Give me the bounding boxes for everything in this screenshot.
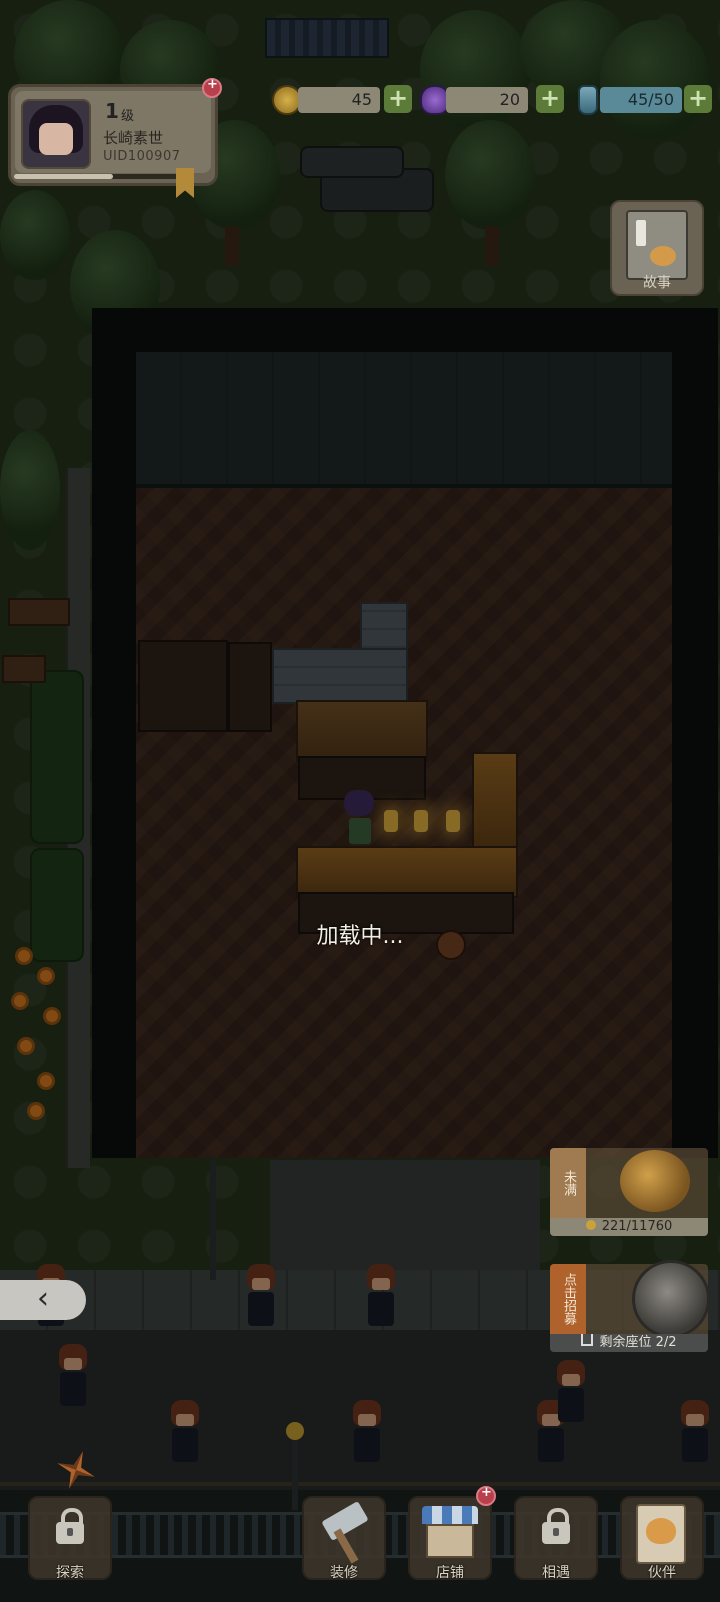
nav-encounter-button[interactable]: 相遇 (514, 1496, 598, 1581)
stove (296, 700, 428, 762)
bar-counter-side (472, 752, 518, 852)
profile-notification-dot (202, 77, 222, 98)
xp-bar (14, 174, 194, 179)
lock-icon (542, 1508, 570, 1544)
tree-trunk (485, 226, 499, 266)
tree-trunk (225, 226, 239, 266)
tree (0, 430, 60, 550)
player-uid: UID100907 (103, 149, 181, 164)
lock-icon (56, 1508, 84, 1544)
nav-explore-label: 探索 (56, 1565, 84, 1581)
shopkeeper[interactable] (344, 790, 376, 846)
barrel-stand (228, 642, 272, 732)
shop-back-wall (136, 352, 672, 488)
flower (30, 1105, 42, 1117)
player-name: 长崎素世 (103, 129, 164, 147)
street-lamp-post (292, 1430, 298, 1510)
savings-progress: 221/11760 (550, 1218, 708, 1236)
street-lamp-post (210, 1160, 216, 1280)
planter (8, 598, 70, 626)
hedge (30, 670, 84, 844)
seat-icon (581, 1334, 594, 1346)
pedestrian[interactable] (246, 1264, 276, 1334)
player-level-suffix: 级 (121, 109, 135, 124)
service-bell-icon (632, 1260, 710, 1338)
tree (0, 190, 70, 280)
pedestrian[interactable] (366, 1264, 396, 1334)
savings-status-tag: 未满 (550, 1148, 586, 1218)
savings-value: 221/11760 (601, 1219, 673, 1234)
recruit-tag: 点击招募 (550, 1264, 586, 1334)
player-level: 1 (105, 99, 119, 123)
flower (20, 1040, 32, 1052)
nav-decorate-button[interactable]: 装修 (302, 1496, 386, 1581)
gem-value: 20 (446, 87, 528, 113)
shop-entrance (270, 1160, 540, 1270)
bar-counter[interactable] (296, 846, 518, 898)
collapse-tab-button[interactable]: ‹ (0, 1280, 86, 1320)
loading-text: 加载中... (316, 924, 404, 949)
recruit-panel[interactable]: 点击招募 剩余座位 2/2 (550, 1260, 710, 1352)
pedestrian[interactable] (58, 1344, 88, 1414)
shop-notification-dot (476, 1485, 496, 1506)
bottle-icon (578, 85, 598, 115)
planter (2, 655, 46, 683)
hammer-icon (321, 1500, 369, 1542)
nav-shop-label: 店铺 (436, 1565, 464, 1581)
street-lamp (286, 1422, 304, 1440)
seat-status-text: 剩余座位 2/2 (599, 1335, 677, 1350)
hammer-handle (333, 1528, 359, 1564)
chevron-left-icon: ‹ (37, 1281, 49, 1316)
seat-status: 剩余座位 2/2 (550, 1334, 708, 1352)
nav-encounter-label: 相遇 (542, 1565, 570, 1581)
storybook-icon (626, 210, 688, 280)
tree (600, 20, 710, 140)
nav-decorate-label: 装修 (330, 1565, 358, 1581)
pedestrian[interactable] (352, 1400, 382, 1470)
story-label: 故事 (643, 275, 671, 291)
add-coins-button[interactable]: + (384, 85, 412, 113)
tile-counter (272, 648, 408, 704)
hanging-lamp (384, 810, 398, 832)
pedestrian[interactable] (556, 1360, 586, 1430)
shop-icon (422, 1506, 478, 1524)
xp-bar-fill (14, 174, 113, 179)
shop-floor[interactable] (136, 488, 672, 1158)
tree (445, 120, 535, 230)
pedestrian[interactable] (680, 1400, 710, 1470)
hanging-lamp (414, 810, 428, 832)
lane-marking (0, 1482, 720, 1486)
coin-counter: 45 + (272, 85, 416, 115)
nav-partner-button[interactable]: 伙伴 (620, 1496, 704, 1581)
cat-card-icon (636, 1504, 686, 1564)
shop-front (426, 1524, 474, 1558)
hanging-lamp (446, 810, 460, 832)
nav-explore-button[interactable]: 探索 (28, 1496, 112, 1581)
avatar-face (39, 123, 73, 155)
nav-partner-label: 伙伴 (648, 1565, 676, 1581)
flower (14, 995, 26, 1007)
flower (40, 1075, 52, 1087)
gem-counter: 20 + (420, 85, 566, 115)
flower (46, 1010, 58, 1022)
pedestrian[interactable] (170, 1400, 200, 1470)
stamina-value: 45/50 (600, 87, 682, 113)
coin-value: 45 (298, 87, 380, 113)
savings-panel[interactable]: 未满 221/11760 (550, 1148, 708, 1236)
side-table (138, 640, 228, 732)
flower (40, 970, 52, 982)
add-stamina-button[interactable]: + (684, 85, 712, 113)
piggy-bank-icon (620, 1150, 690, 1212)
coin-icon (585, 1220, 596, 1230)
stamina-counter: 45/50 + (574, 85, 714, 115)
avatar (21, 99, 91, 169)
story-button[interactable]: 故事 (610, 200, 704, 296)
add-gems-button[interactable]: + (536, 85, 564, 113)
striped-awning (265, 18, 389, 58)
nav-shop-button[interactable]: 店铺 (408, 1496, 492, 1581)
flower (18, 950, 30, 962)
pipe (300, 146, 404, 178)
